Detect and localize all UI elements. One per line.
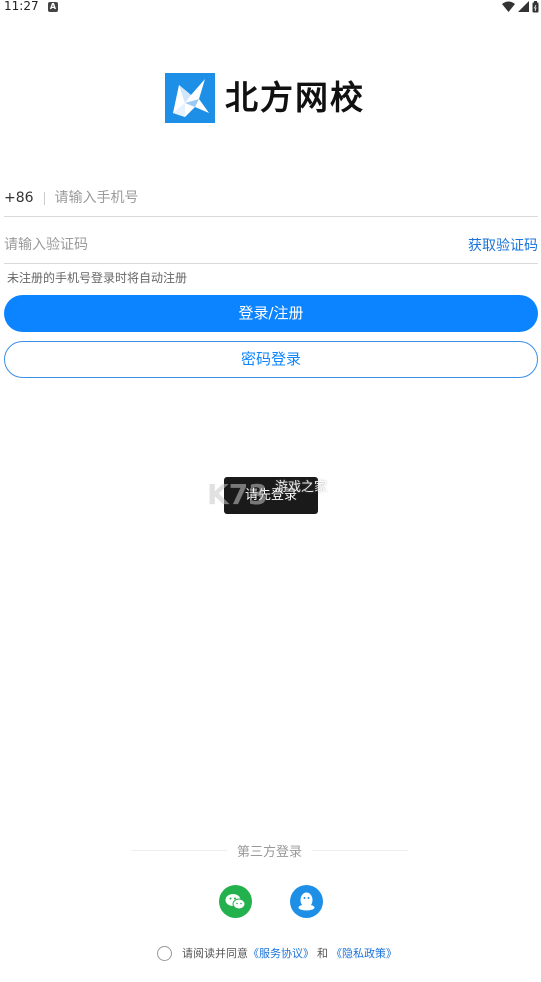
third-party-title: 第三方登录 <box>131 840 409 860</box>
phone-divider <box>43 191 45 205</box>
password-login-button[interactable]: 密码登录 <box>4 341 538 378</box>
divider-right <box>312 849 409 851</box>
app-logo: 北方网校 <box>165 73 365 123</box>
watermark-text: 游戏之家 <box>275 480 328 495</box>
status-bar: 11:27 A <box>0 0 541 14</box>
login-page: 11:27 A 北方网校 +86 请输入手机号 请输入验证码 获取验证码 未注册… <box>0 0 541 982</box>
agreement-conjunction: 和 <box>317 947 328 960</box>
wifi-icon <box>502 1 515 12</box>
wechat-login-button[interactable] <box>219 885 252 918</box>
login-register-button[interactable]: 登录/注册 <box>4 295 538 332</box>
qq-icon <box>298 892 315 911</box>
phone-row: +86 <box>4 180 538 217</box>
status-icons <box>502 0 539 13</box>
get-code-button[interactable]: 获取验证码 <box>468 235 538 255</box>
qq-login-button[interactable] <box>290 885 323 918</box>
third-party-label: 第三方登录 <box>237 844 303 860</box>
svg-text:K73: K73 <box>207 478 268 510</box>
phone-input[interactable] <box>54 190 495 206</box>
agreement-checkbox[interactable] <box>157 945 172 961</box>
code-input[interactable] <box>4 236 384 253</box>
privacy-policy-link[interactable]: 《隐私政策》 <box>331 945 397 961</box>
divider-left <box>131 849 227 851</box>
logo-mark-icon <box>165 73 215 123</box>
auto-register-hint: 未注册的手机号登录时将自动注册 <box>7 271 188 285</box>
service-agreement-link[interactable]: 《服务协议》 <box>248 945 314 961</box>
status-time: 11:27 <box>4 0 39 13</box>
battery-icon <box>532 0 539 12</box>
logo-text: 北方网校 <box>225 78 365 117</box>
country-code[interactable]: +86 <box>4 190 34 206</box>
wechat-icon <box>225 894 246 910</box>
code-row: 获取验证码 <box>4 226 538 264</box>
a-badge-icon: A <box>48 2 58 12</box>
watermark: K73 游戏之家 <box>207 474 337 511</box>
agreement-prefix: 请阅读并同意 <box>182 947 248 960</box>
signal-icon <box>518 1 529 12</box>
agreement: 请阅读并同意 《服务协议》 和 《隐私政策》 <box>157 944 397 962</box>
